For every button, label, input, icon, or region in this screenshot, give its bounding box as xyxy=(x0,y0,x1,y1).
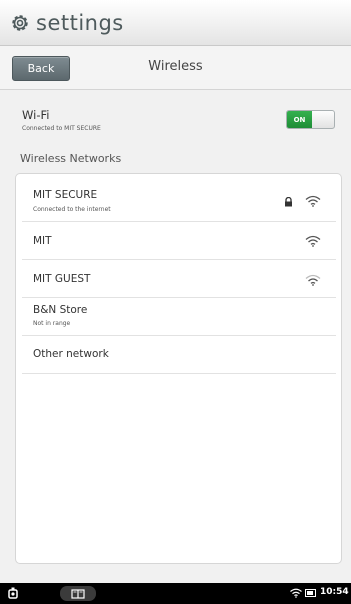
network-status: Not in range xyxy=(33,320,71,327)
network-name: Other network xyxy=(33,348,109,360)
clock: 10:54 xyxy=(320,587,349,597)
network-name: MIT GUEST xyxy=(33,273,91,285)
nav-bar: Back Wireless xyxy=(0,46,351,90)
network-status: Connected to the internet xyxy=(33,206,111,213)
app-header: settings xyxy=(0,0,351,46)
wifi-setting: Wi-Fi Connected to MIT SECURE xyxy=(22,108,101,132)
page-title: settings xyxy=(36,10,124,35)
gear-icon xyxy=(12,14,28,31)
wifi-status: Connected to MIT SECURE xyxy=(22,125,101,132)
wireless-networks-heading: Wireless Networks xyxy=(20,152,122,165)
wifi-signal-icon xyxy=(305,195,321,207)
battery-icon xyxy=(305,589,316,597)
wifi-signal-icon xyxy=(305,274,321,286)
wifi-toggle[interactable]: ON xyxy=(286,110,335,129)
network-item-mit-secure[interactable]: MIT SECURE Connected to the internet xyxy=(22,182,336,222)
network-item-mit-guest[interactable]: MIT GUEST xyxy=(22,260,336,298)
notification-icon[interactable] xyxy=(8,587,18,600)
toggle-on-label: ON xyxy=(287,111,312,128)
system-status-bar: 10:54 xyxy=(0,583,351,604)
wifi-label: Wi-Fi xyxy=(22,108,50,122)
network-name: B&N Store xyxy=(33,304,88,316)
network-item-mit[interactable]: MIT xyxy=(22,222,336,260)
section-title-wireless: Wireless xyxy=(148,59,203,74)
network-name: MIT SECURE xyxy=(33,189,98,201)
network-item-other[interactable]: Other network xyxy=(22,336,336,374)
library-button[interactable] xyxy=(60,586,96,601)
network-name: MIT xyxy=(33,235,52,247)
book-icon xyxy=(71,588,85,599)
lock-icon xyxy=(285,197,292,207)
wifi-signal-icon xyxy=(305,235,321,247)
network-item-bn-store[interactable]: B&N Store Not in range xyxy=(22,298,336,336)
network-list: MIT SECURE Connected to the internet MIT… xyxy=(15,173,342,564)
wifi-status-icon xyxy=(290,588,302,598)
